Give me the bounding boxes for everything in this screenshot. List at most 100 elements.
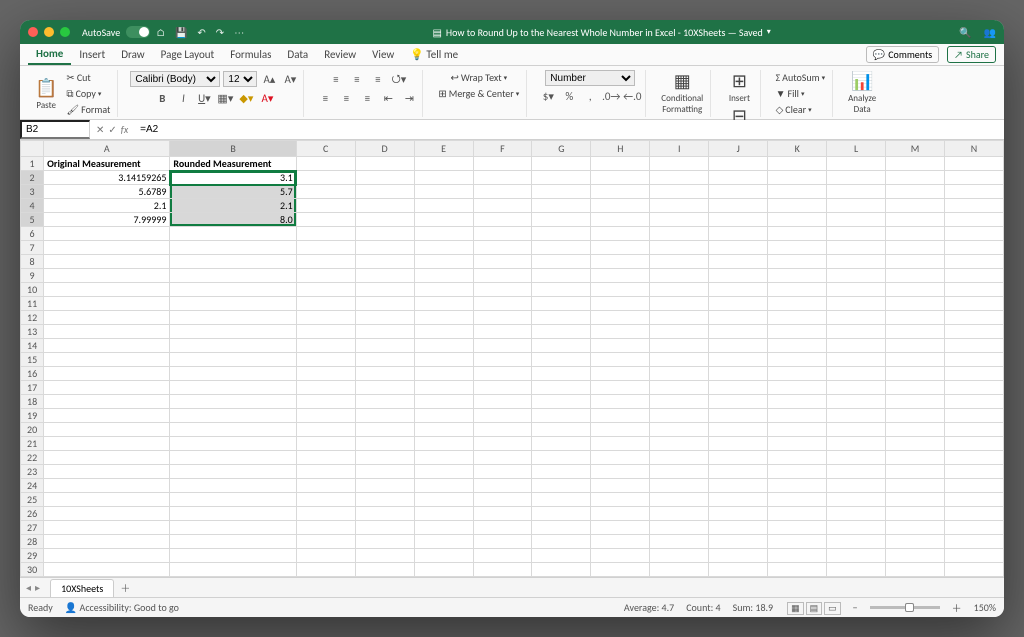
cell-A30[interactable]	[44, 563, 170, 577]
cell-L12[interactable]	[827, 311, 886, 325]
tab-page-layout[interactable]: Page Layout	[153, 45, 223, 64]
cell-M22[interactable]	[886, 451, 945, 465]
cell-B29[interactable]	[170, 549, 296, 563]
cell-I20[interactable]	[650, 423, 709, 437]
cell-L19[interactable]	[827, 409, 886, 423]
cell-C8[interactable]	[296, 255, 355, 269]
cell-B27[interactable]	[170, 521, 296, 535]
tab-home[interactable]: Home	[28, 44, 71, 65]
cell-B7[interactable]	[170, 241, 296, 255]
cell-B21[interactable]	[170, 437, 296, 451]
cell-N5[interactable]	[945, 213, 1004, 227]
cell-J3[interactable]	[709, 185, 768, 199]
cell-J7[interactable]	[709, 241, 768, 255]
cell-K27[interactable]	[768, 521, 827, 535]
cell-H21[interactable]	[591, 437, 650, 451]
cell-M3[interactable]	[886, 185, 945, 199]
cell-C14[interactable]	[296, 339, 355, 353]
cell-L13[interactable]	[827, 325, 886, 339]
cell-B14[interactable]	[170, 339, 296, 353]
cell-H19[interactable]	[591, 409, 650, 423]
tab-draw[interactable]: Draw	[113, 45, 152, 64]
cancel-fx-icon[interactable]: ✕	[96, 123, 104, 136]
cell-N10[interactable]	[945, 283, 1004, 297]
cell-K28[interactable]	[768, 535, 827, 549]
col-header-A[interactable]: A	[44, 141, 170, 157]
tab-insert[interactable]: Insert	[71, 45, 113, 64]
row-header-12[interactable]: 12	[21, 311, 44, 325]
cell-A23[interactable]	[44, 465, 170, 479]
cell-E7[interactable]	[414, 241, 473, 255]
cell-D7[interactable]	[355, 241, 414, 255]
cell-H16[interactable]	[591, 367, 650, 381]
cell-N22[interactable]	[945, 451, 1004, 465]
cell-I10[interactable]	[650, 283, 709, 297]
row-header-25[interactable]: 25	[21, 493, 44, 507]
cell-J23[interactable]	[709, 465, 768, 479]
indent-dec-icon[interactable]: ⇤	[379, 89, 397, 107]
cell-E22[interactable]	[414, 451, 473, 465]
cell-I21[interactable]	[650, 437, 709, 451]
row-header-16[interactable]: 16	[21, 367, 44, 381]
cell-M20[interactable]	[886, 423, 945, 437]
cell-N26[interactable]	[945, 507, 1004, 521]
row-header-2[interactable]: 2	[21, 171, 44, 185]
cell-E18[interactable]	[414, 395, 473, 409]
cell-D1[interactable]	[355, 157, 414, 171]
search-icon[interactable]: 🔍	[959, 26, 971, 39]
cell-K18[interactable]	[768, 395, 827, 409]
cell-F24[interactable]	[473, 479, 532, 493]
cell-D5[interactable]	[355, 213, 414, 227]
font-size-select[interactable]: 12	[223, 71, 257, 87]
cell-N15[interactable]	[945, 353, 1004, 367]
align-right-icon[interactable]: ≡	[358, 89, 376, 107]
cell-D20[interactable]	[355, 423, 414, 437]
align-left-icon[interactable]: ≡	[316, 89, 334, 107]
tell-me[interactable]: 💡 Tell me	[402, 45, 466, 64]
cell-C27[interactable]	[296, 521, 355, 535]
cell-N28[interactable]	[945, 535, 1004, 549]
col-header-J[interactable]: J	[709, 141, 768, 157]
cell-D23[interactable]	[355, 465, 414, 479]
cell-A2[interactable]: 3.14159265	[44, 171, 170, 185]
indent-inc-icon[interactable]: ⇥	[400, 89, 418, 107]
cell-N9[interactable]	[945, 269, 1004, 283]
cell-A18[interactable]	[44, 395, 170, 409]
cell-I28[interactable]	[650, 535, 709, 549]
cell-F18[interactable]	[473, 395, 532, 409]
cell-C5[interactable]	[296, 213, 355, 227]
cell-I2[interactable]	[650, 171, 709, 185]
cell-M13[interactable]	[886, 325, 945, 339]
cell-N18[interactable]	[945, 395, 1004, 409]
cell-L11[interactable]	[827, 297, 886, 311]
row-header-10[interactable]: 10	[21, 283, 44, 297]
cell-G12[interactable]	[532, 311, 591, 325]
cell-K3[interactable]	[768, 185, 827, 199]
cell-A1[interactable]: Original Measurement	[44, 157, 170, 171]
cell-N4[interactable]	[945, 199, 1004, 213]
analyze-data-button[interactable]: 📊Analyze Data	[845, 70, 879, 115]
decrease-font-icon[interactable]: A▾	[281, 70, 299, 88]
cell-N20[interactable]	[945, 423, 1004, 437]
conditional-formatting-button[interactable]: ▦Conditional Formatting	[658, 70, 706, 115]
share-icon[interactable]: 👥	[984, 26, 996, 39]
cell-L28[interactable]	[827, 535, 886, 549]
add-sheet-button[interactable]: ＋	[114, 578, 136, 597]
col-header-C[interactable]: C	[296, 141, 355, 157]
cell-H10[interactable]	[591, 283, 650, 297]
cell-I6[interactable]	[650, 227, 709, 241]
cell-M11[interactable]	[886, 297, 945, 311]
cell-E17[interactable]	[414, 381, 473, 395]
cell-G5[interactable]	[532, 213, 591, 227]
cell-G6[interactable]	[532, 227, 591, 241]
cell-D4[interactable]	[355, 199, 414, 213]
cell-D3[interactable]	[355, 185, 414, 199]
cell-L24[interactable]	[827, 479, 886, 493]
bold-button[interactable]: B	[153, 89, 171, 107]
cell-H23[interactable]	[591, 465, 650, 479]
cell-N8[interactable]	[945, 255, 1004, 269]
cell-F10[interactable]	[473, 283, 532, 297]
cell-K15[interactable]	[768, 353, 827, 367]
cell-C20[interactable]	[296, 423, 355, 437]
cell-B6[interactable]	[170, 227, 296, 241]
